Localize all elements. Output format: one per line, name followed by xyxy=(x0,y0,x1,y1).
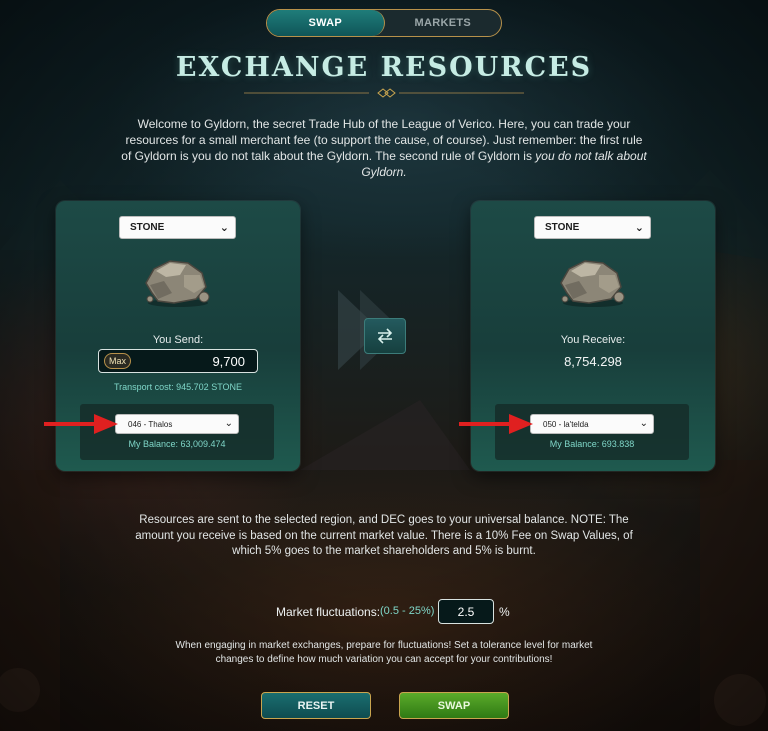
swap-button[interactable]: SWAP xyxy=(399,692,509,719)
red-arrow-icon xyxy=(44,414,118,434)
send-resource-select[interactable]: STONE ⌄ xyxy=(119,216,236,239)
send-label: You Send: xyxy=(152,334,204,346)
intro-text: Welcome to Gyldorn, the secret Trade Hub… xyxy=(120,116,648,180)
fluctuation-row: Market fluctuations: (0.5 - 25%) 2.5 % xyxy=(0,599,768,625)
mode-toggle: SWAP MARKETS xyxy=(266,9,502,37)
fluctuation-input[interactable]: 2.5 xyxy=(438,599,494,624)
send-resource-value: STONE xyxy=(130,222,165,233)
fluctuation-range: (0.5 - 25%) xyxy=(380,605,435,617)
send-amount-input[interactable]: Max 9,700 xyxy=(98,349,258,373)
send-balance: My Balance: 63,009.474 xyxy=(128,439,226,449)
swap-arrows-icon xyxy=(377,328,393,344)
chevron-down-icon: ⌄ xyxy=(639,418,648,429)
transport-cost: Transport cost: 945.702 STONE xyxy=(113,382,243,392)
receive-region-value: 050 - la'telda xyxy=(543,419,589,429)
swap-direction-button[interactable] xyxy=(364,318,406,354)
title-divider-ornament xyxy=(244,88,524,98)
receive-balance: My Balance: 693.838 xyxy=(549,439,635,449)
receive-label: You Receive: xyxy=(560,334,626,346)
max-button[interactable]: Max xyxy=(104,353,131,369)
receive-resource-select[interactable]: STONE ⌄ xyxy=(534,216,651,239)
receive-amount-value: 8,754.298 xyxy=(564,354,622,369)
fluctuation-warning: When engaging in market exchanges, prepa… xyxy=(175,640,593,665)
send-amount-value: 9,700 xyxy=(212,354,245,369)
tab-markets[interactable]: MARKETS xyxy=(385,10,502,36)
fluctuation-unit: % xyxy=(499,605,510,619)
receive-resource-value: STONE xyxy=(545,222,580,233)
page-title: EXCHANGE RESOURCES xyxy=(175,52,593,83)
chevron-down-icon: ⌄ xyxy=(224,418,233,429)
reset-button[interactable]: RESET xyxy=(261,692,371,719)
stone-icon xyxy=(560,260,625,307)
send-region-select[interactable]: 046 - Thalos ⌄ xyxy=(115,414,239,434)
receive-region-select[interactable]: 050 - la'telda ⌄ xyxy=(530,414,654,434)
fee-note: Resources are sent to the selected regio… xyxy=(135,514,633,557)
send-region-value: 046 - Thalos xyxy=(128,419,173,429)
chevron-down-icon: ⌄ xyxy=(634,222,644,234)
fluctuation-label: Market fluctuations: xyxy=(276,605,381,619)
red-arrow-icon xyxy=(459,414,533,434)
tab-swap[interactable]: SWAP xyxy=(267,10,385,36)
chevron-down-icon: ⌄ xyxy=(219,222,229,234)
stone-icon xyxy=(145,260,210,307)
